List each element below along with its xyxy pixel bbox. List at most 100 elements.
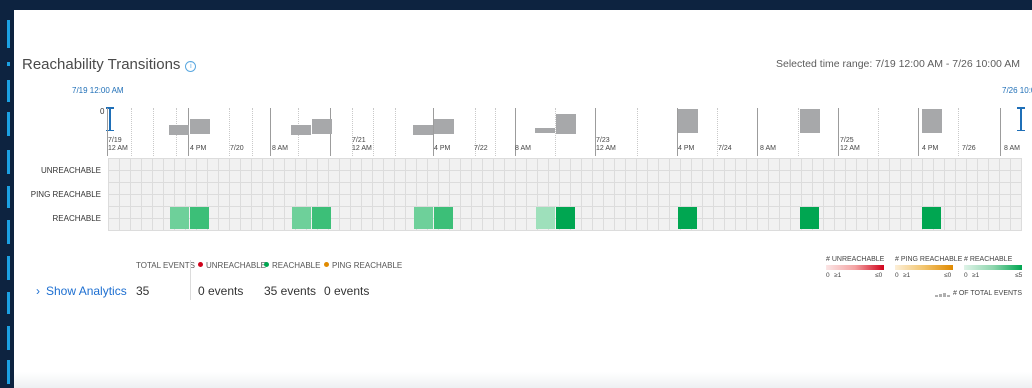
legend-total-events: # OF TOTAL EVENTS xyxy=(935,290,1022,297)
bar-swatch-icon xyxy=(939,294,943,297)
rail-marker xyxy=(7,256,10,280)
timeline-gridline xyxy=(878,108,879,156)
timeline-tick-label: 7/24 xyxy=(718,145,732,152)
ping-reachable-value: 0 events xyxy=(324,284,370,298)
row-label-unreachable: UNREACHABLE xyxy=(40,166,101,175)
rail-marker xyxy=(7,112,10,136)
legend-unreachable-scale xyxy=(826,265,884,270)
reachable-dot-icon xyxy=(264,262,269,267)
legend-ping-scale xyxy=(895,265,953,270)
legend-reachable-max: ≤5 xyxy=(1015,272,1023,279)
timeline-gridline xyxy=(838,108,839,156)
info-icon[interactable]: i xyxy=(185,61,197,72)
timeline-gridline xyxy=(373,108,374,156)
timeline-gridline xyxy=(798,108,799,156)
timeline-tick-label: 7/26 xyxy=(962,145,976,152)
event-count-bar[interactable] xyxy=(434,119,454,134)
timeline-tick-label: 4 PM xyxy=(190,145,207,152)
page-title: Reachability Transitions i xyxy=(22,56,197,73)
reachable-cell[interactable] xyxy=(414,207,433,229)
card-footer-shadow xyxy=(14,372,1032,388)
legend-unreachable-mid: ≥1 xyxy=(834,272,842,279)
bar-swatch-icon xyxy=(947,295,951,297)
event-count-bar[interactable] xyxy=(190,119,210,134)
bar-swatch-icon xyxy=(935,295,939,297)
timeline-gridline xyxy=(153,108,154,156)
unreachable-value: 0 events xyxy=(198,284,244,298)
event-count-bar[interactable] xyxy=(291,125,311,135)
reachable-cell[interactable] xyxy=(678,207,697,229)
timeline-tick-label: 8 AM xyxy=(1004,145,1020,152)
event-count-bar[interactable] xyxy=(535,128,555,133)
timeline-end-label: 7/26 10:00 xyxy=(1002,86,1032,95)
timeline-gridline xyxy=(757,108,758,156)
timeline-gridline xyxy=(495,108,496,156)
legend-reachable-title: # REACHABLE xyxy=(964,256,1013,263)
timeline-gridline xyxy=(252,108,253,156)
reachable-cell[interactable] xyxy=(312,207,331,229)
legend-reachable-min: 0 xyxy=(964,272,968,279)
ping-reachable-dot-icon xyxy=(324,262,329,267)
unreachable-label: UNREACHABLE xyxy=(198,261,266,270)
ping-reachable-label: PING REACHABLE xyxy=(324,261,402,270)
rail-marker xyxy=(7,20,10,48)
reachable-cell[interactable] xyxy=(922,207,941,229)
timeline-tick-label: 7/19 12 AM xyxy=(108,137,128,152)
timeline-tick-label: 7/20 xyxy=(230,145,244,152)
chevron-right-icon: › xyxy=(36,284,40,298)
timeline-tick-label: 4 PM xyxy=(434,145,451,152)
timeline-tick-label: 4 PM xyxy=(678,145,695,152)
legend-unreachable-title: # UNREACHABLE xyxy=(826,256,885,263)
timeline-gridline xyxy=(1000,108,1001,156)
rail-marker xyxy=(7,80,10,102)
event-count-bar[interactable] xyxy=(312,119,332,134)
event-count-bar[interactable] xyxy=(678,109,698,133)
y-zero-label: 0 xyxy=(100,107,105,116)
rail-marker xyxy=(7,360,10,384)
timeline-tick-label: 7/25 12 AM xyxy=(840,137,860,152)
rail-marker xyxy=(7,62,10,66)
event-count-bar[interactable] xyxy=(169,125,189,135)
bar-swatch-icon xyxy=(943,293,947,297)
reachable-cell[interactable] xyxy=(292,207,311,229)
timeline-tick-label: 7/23 12 AM xyxy=(596,137,616,152)
legend-ping-mid: ≥1 xyxy=(903,272,911,279)
rail-marker xyxy=(7,220,10,244)
reachable-label: REACHABLE xyxy=(264,261,320,270)
total-events-value: 35 xyxy=(136,284,150,298)
event-count-bar[interactable] xyxy=(922,109,942,133)
reachable-cell[interactable] xyxy=(800,207,819,229)
range-end-handle[interactable] xyxy=(1017,107,1025,131)
selected-time-range: Selected time range: 7/19 12:00 AM - 7/2… xyxy=(776,58,1020,70)
reachable-cell[interactable] xyxy=(190,207,209,229)
legend-reachable-mid: ≥1 xyxy=(972,272,980,279)
reachable-cell[interactable] xyxy=(170,207,189,229)
reachable-cell[interactable] xyxy=(556,207,575,229)
event-count-bar[interactable] xyxy=(556,114,576,134)
total-events-label: TOTAL EVENTS xyxy=(136,261,195,270)
rail-marker xyxy=(7,292,10,314)
legend-ping-title: # PING REACHABLE xyxy=(895,256,963,263)
timeline-start-label: 7/19 12:00 AM xyxy=(72,86,124,95)
reachable-cell[interactable] xyxy=(434,207,453,229)
legend-unreachable-max: ≤0 xyxy=(875,272,883,279)
timeline-gridline xyxy=(918,108,919,156)
timeline-gridline xyxy=(958,108,959,156)
timeline-tick-label: 8 AM xyxy=(760,145,776,152)
rail-marker xyxy=(7,326,10,350)
show-analytics-link[interactable]: › Show Analytics xyxy=(36,284,127,298)
timeline-tick-label: 4 PM xyxy=(922,145,939,152)
timeline-gridline xyxy=(395,108,396,156)
stats-divider xyxy=(190,260,191,300)
legend-unreachable-min: 0 xyxy=(826,272,830,279)
reachable-value: 35 events xyxy=(264,284,317,298)
rail-marker xyxy=(7,186,10,208)
legend-ping-min: 0 xyxy=(895,272,899,279)
timeline-tick-label: 7/21 12 AM xyxy=(352,137,372,152)
timeline-tick-label: 7/22 xyxy=(474,145,488,152)
reachable-cell[interactable] xyxy=(536,207,555,229)
timeline-gridline xyxy=(131,108,132,156)
event-count-bar[interactable] xyxy=(413,125,433,135)
rail-marker xyxy=(7,150,10,174)
event-count-bar[interactable] xyxy=(800,109,820,133)
